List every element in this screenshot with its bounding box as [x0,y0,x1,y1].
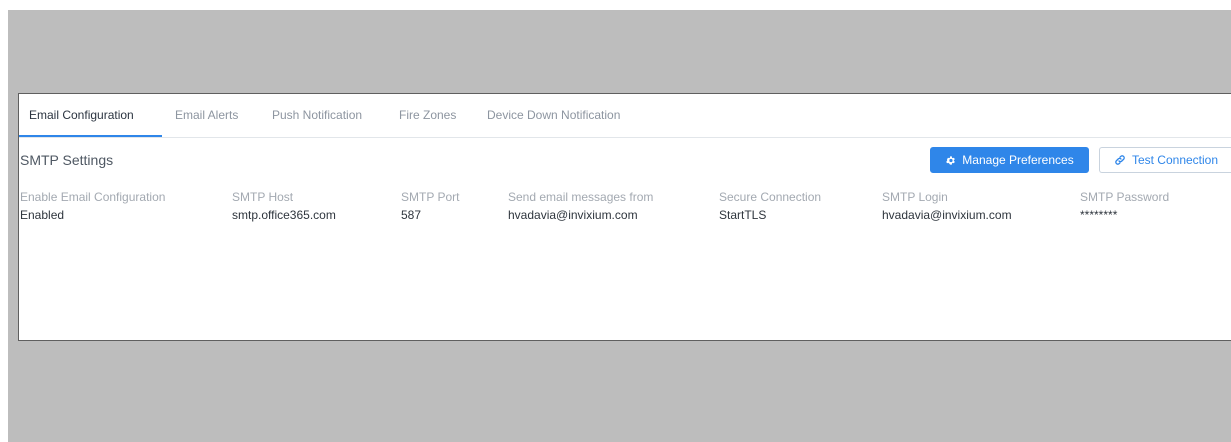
field-label: Enable Email Configuration [20,190,166,204]
field-smtp-host: SMTP Host smtp.office365.com [232,190,336,222]
field-smtp-password: SMTP Password ******** [1080,190,1169,222]
field-label: SMTP Password [1080,190,1170,204]
field-value: Enabled [20,208,65,222]
field-smtp-port: SMTP Port 587 [401,190,459,222]
manage-preferences-label: Manage Preferences [962,153,1074,167]
settings-panel: Email Configuration Email Alerts Push No… [18,93,1231,341]
field-label: SMTP Login [882,190,948,204]
field-secure-connection: Secure Connection StartTLS [719,190,821,222]
tab-email-configuration[interactable]: Email Configuration [29,108,134,122]
field-value: StartTLS [719,208,767,222]
field-value: hvadavia@invixium.com [882,208,1012,222]
tab-email-alerts[interactable]: Email Alerts [175,108,238,122]
active-tab-indicator [19,135,162,137]
field-send-email-from: Send email messages from hvadavia@invixi… [508,190,653,222]
tab-fire-zones[interactable]: Fire Zones [399,108,456,122]
field-label: Send email messages from [508,190,654,204]
test-connection-button[interactable]: Test Connection [1099,147,1231,173]
manage-preferences-button[interactable]: Manage Preferences [930,147,1089,173]
link-icon [1114,154,1126,166]
field-smtp-login: SMTP Login hvadavia@invixium.com [882,190,1012,222]
field-value: smtp.office365.com [232,208,336,222]
tab-push-notification[interactable]: Push Notification [272,108,362,122]
test-connection-label: Test Connection [1131,153,1219,167]
field-label: Secure Connection [719,190,822,204]
field-value: 587 [401,208,422,222]
section-title: SMTP Settings [20,152,114,168]
field-label: SMTP Port [401,190,460,204]
tab-bar: Email Configuration Email Alerts Push No… [19,94,1231,138]
field-label: SMTP Host [232,190,294,204]
gear-icon [945,155,956,166]
field-enable-email-configuration: Enable Email Configuration Enabled [20,190,165,222]
tab-device-down-notification[interactable]: Device Down Notification [487,108,620,122]
field-value: hvadavia@invixium.com [508,208,638,222]
field-value: ******** [1080,208,1118,222]
